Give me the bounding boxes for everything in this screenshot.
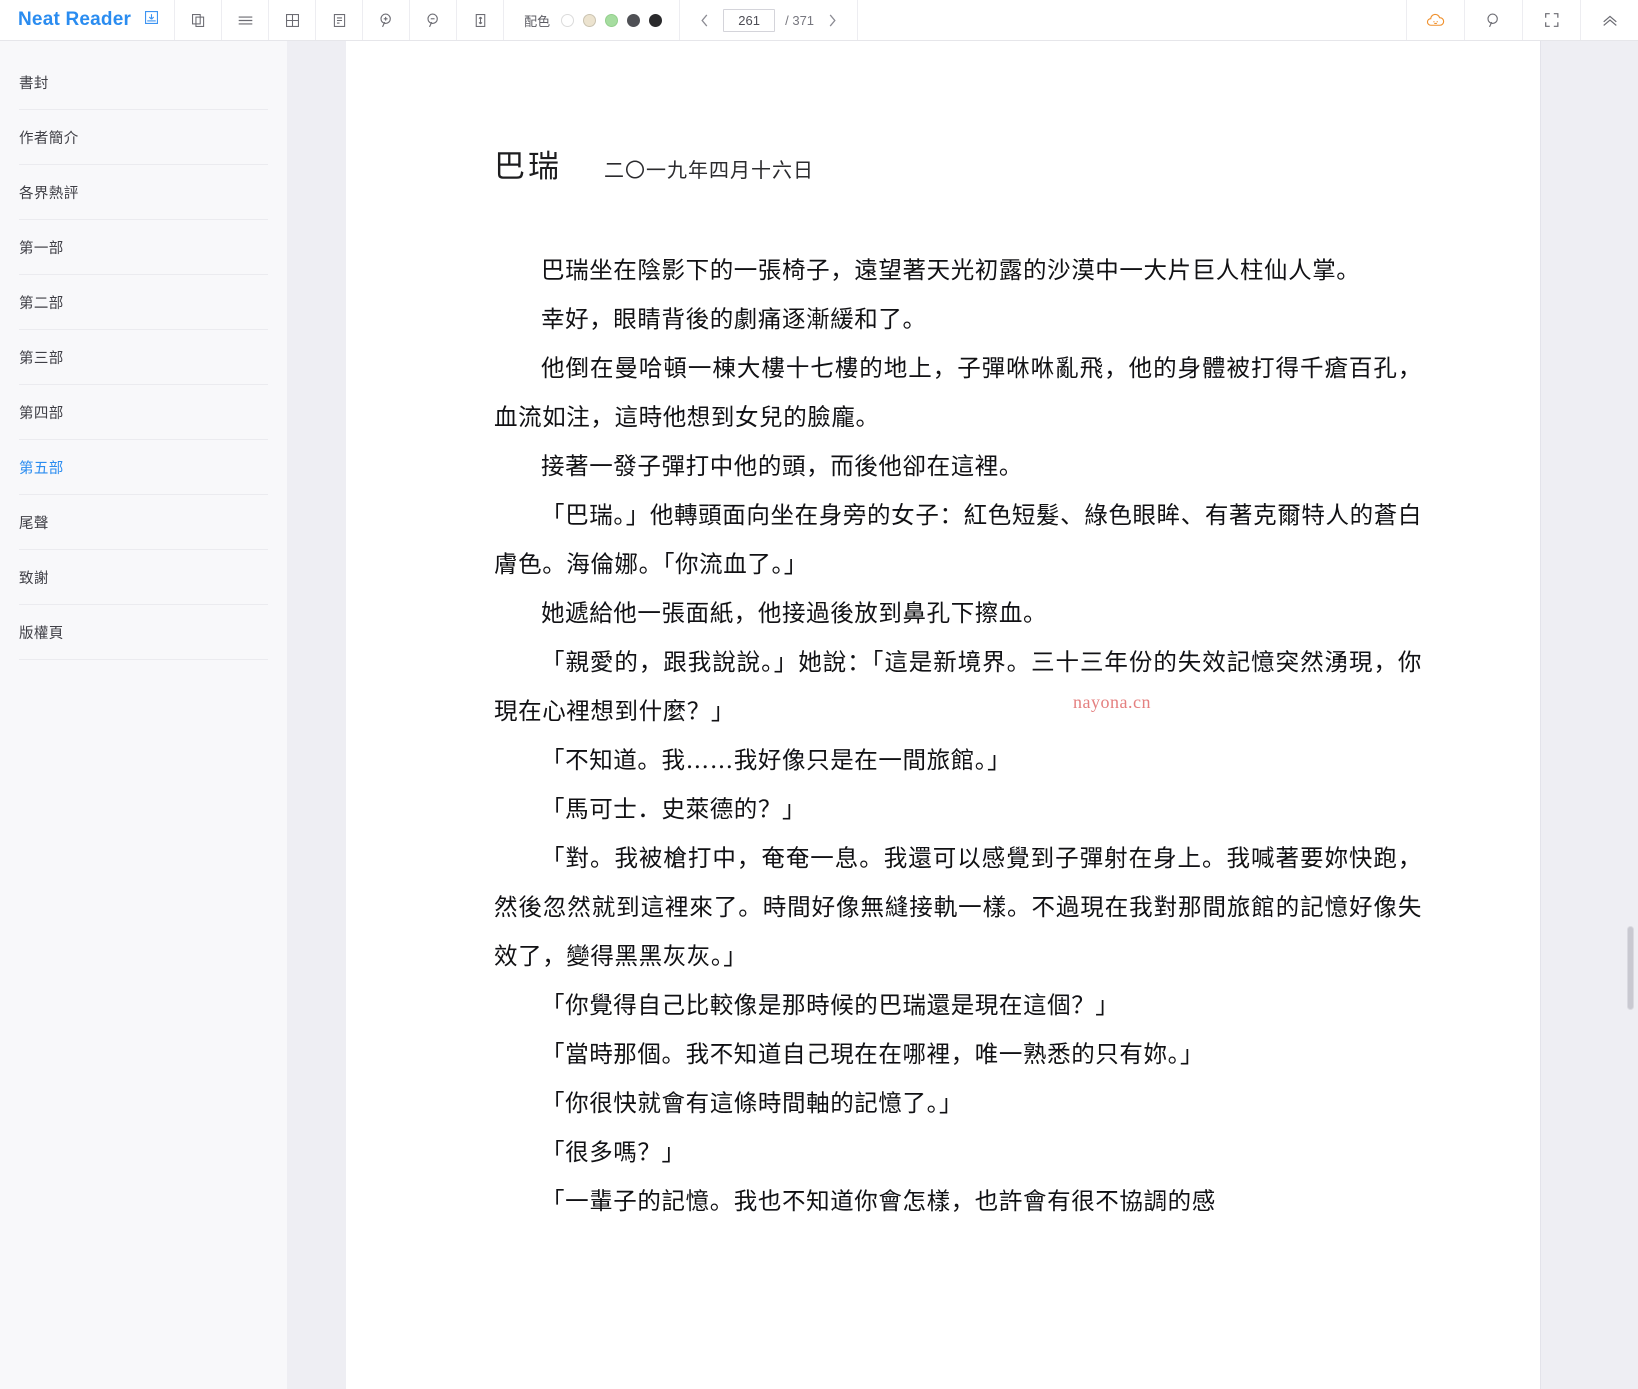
top-toolbar: Neat Reader 配色 261 / 371 xyxy=(0,0,1638,41)
line-height-icon[interactable] xyxy=(457,0,505,40)
sidebar-item-epilogue[interactable]: 尾聲 xyxy=(19,495,268,550)
sidebar-item-reviews[interactable]: 各界熱評 xyxy=(19,165,268,220)
sidebar-item-cover[interactable]: 書封 xyxy=(19,55,268,110)
sidebar-item-part-5[interactable]: 第五部 xyxy=(19,440,268,495)
sidebar-item-part-2[interactable]: 第二部 xyxy=(19,275,268,330)
paragraph: 接著一發子彈打中他的頭，而後他卻在這裡。 xyxy=(541,452,1023,480)
paragraph: 「很多嗎？」 xyxy=(541,1138,686,1166)
page-title: 巴瑞 xyxy=(494,149,562,185)
fullscreen-icon[interactable] xyxy=(1522,0,1580,40)
save-book-icon[interactable] xyxy=(143,9,160,31)
reader-content-pane[interactable]: 巴瑞 二〇一九年四月十六日 巴瑞坐在陰影下的一張椅子，遠望著天光初露的沙漠中一大… xyxy=(346,41,1540,1389)
sidebar-item-author[interactable]: 作者簡介 xyxy=(19,110,268,165)
toc-sidebar: 書封 作者簡介 各界熱評 第一部 第二部 第三部 第四部 第五部 尾聲 致謝 版… xyxy=(0,41,287,1389)
rail-edge-line xyxy=(1540,41,1541,1389)
prev-page-button[interactable] xyxy=(696,12,713,29)
neat-reader-app: Neat Reader 配色 261 / 371 書封 作者簡介 各界熱評 第一… xyxy=(0,0,1638,1389)
paragraph: 她遞給他一張面紙，他接過後放到鼻孔下擦血。 xyxy=(541,599,1048,627)
paragraph: 「馬可士．史萊德的？」 xyxy=(541,795,807,823)
vertical-scrollbar-thumb[interactable] xyxy=(1627,926,1634,1010)
collapse-up-icon[interactable] xyxy=(1580,0,1638,40)
paragraph: 「親愛的，跟我說說。」她說：「這是新境界。三十三年份的失效記憶突然湧現，你現在心… xyxy=(494,648,1422,725)
paragraph: 「你很快就會有這條時間軸的記憶了。」 xyxy=(541,1089,964,1117)
right-rail xyxy=(1540,41,1638,1389)
paragraph: 「當時那個。我不知道自己現在在哪裡，唯一熟悉的只有妳。」 xyxy=(541,1040,1205,1068)
zoom-out-icon[interactable] xyxy=(410,0,458,40)
search-icon[interactable] xyxy=(1464,0,1522,40)
page-total-label: / 371 xyxy=(785,12,815,28)
book-page: 巴瑞 二〇一九年四月十六日 巴瑞坐在陰影下的一張椅子，遠望著天光初露的沙漠中一大… xyxy=(346,41,1540,1226)
theme-swatch-gray[interactable] xyxy=(627,13,641,27)
chapter-header: 巴瑞 二〇一九年四月十六日 xyxy=(494,141,1422,186)
sidebar-item-part-4[interactable]: 第四部 xyxy=(19,385,268,440)
left-gutter xyxy=(287,41,346,1389)
cloud-sync-icon[interactable] xyxy=(1406,0,1464,40)
sidebar-item-part-3[interactable]: 第三部 xyxy=(19,330,268,385)
toolbar-right-group xyxy=(1406,0,1638,40)
brand-area: Neat Reader xyxy=(0,0,176,40)
zoom-in-icon[interactable] xyxy=(363,0,411,40)
next-page-button[interactable] xyxy=(824,12,841,29)
page-navigator: / 371 xyxy=(680,0,859,40)
paragraph: 他倒在曼哈頓一棟大樓十七樓的地上，子彈咻咻亂飛，他的身體被打得千瘡百孔，血流如注… xyxy=(494,354,1422,431)
paragraph: 「不知道。我……我好像只是在一間旅館。」 xyxy=(541,746,1012,774)
paragraph: 「你覺得自己比較像是那時候的巴瑞還是現在這個？」 xyxy=(541,991,1120,1019)
app-title: Neat Reader xyxy=(18,9,132,30)
toc-list: 書封 作者簡介 各界熱評 第一部 第二部 第三部 第四部 第五部 尾聲 致謝 版… xyxy=(0,41,287,660)
grid-layout-icon[interactable] xyxy=(269,0,317,40)
chapter-date: 二〇一九年四月十六日 xyxy=(604,158,814,182)
theme-swatch-black[interactable] xyxy=(649,13,663,27)
sidebar-item-part-1[interactable]: 第一部 xyxy=(19,220,268,275)
paragraph: 「巴瑞。」他轉頭面向坐在身旁的女子：紅色短髮、綠色眼眸、有著克爾特人的蒼白膚色。… xyxy=(494,501,1422,578)
theme-swatch-sepia[interactable] xyxy=(583,13,597,27)
sidebar-item-thanks[interactable]: 致謝 xyxy=(19,550,268,605)
theme-swatch-green[interactable] xyxy=(605,13,619,27)
page-number-input[interactable] xyxy=(723,8,776,32)
sidebar-item-copyright[interactable]: 版權頁 xyxy=(19,605,268,660)
app-body: 書封 作者簡介 各界熱評 第一部 第二部 第三部 第四部 第五部 尾聲 致謝 版… xyxy=(0,41,1638,1389)
color-theme-label: 配色 xyxy=(524,13,551,29)
paragraph: 巴瑞坐在陰影下的一張椅子，遠望著天光初露的沙漠中一大片巨人柱仙人掌。 xyxy=(541,256,1361,284)
color-theme-group: 配色 xyxy=(504,0,681,40)
paragraph: 「一輩子的記憶。我也不知道你會怎樣，也許會有很不協調的感 xyxy=(541,1187,1216,1215)
paragraph: 幸好，眼睛背後的劇痛逐漸緩和了。 xyxy=(541,305,927,333)
menu-icon[interactable] xyxy=(222,0,270,40)
theme-swatch-white[interactable] xyxy=(561,13,575,27)
paragraph: 「對。我被槍打中，奄奄一息。我還可以感覺到子彈射在身上。我喊著要妳快跑，然後忽然… xyxy=(494,844,1422,970)
toc-panel-icon[interactable] xyxy=(316,0,364,40)
copy-page-icon[interactable] xyxy=(175,0,223,40)
